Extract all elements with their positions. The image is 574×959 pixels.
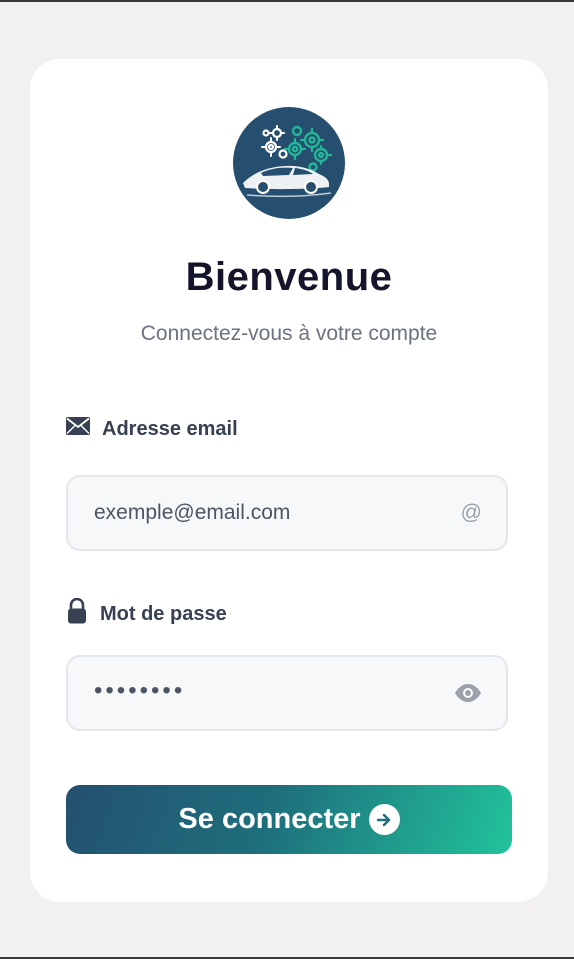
login-button-label: Se connecter (178, 803, 361, 835)
email-label: Adresse email (66, 417, 238, 441)
eye-icon[interactable] (454, 657, 482, 729)
arrow-right-circle-icon (368, 804, 400, 835)
envelope-icon (66, 417, 90, 441)
email-label-text: Adresse email (102, 417, 238, 440)
email-placeholder[interactable]: exemple@email.com (94, 477, 290, 549)
at-symbol-icon: @ (460, 501, 482, 524)
page-title: Bienvenue (185, 255, 393, 299)
password-field[interactable]: •••••••• (66, 655, 508, 731)
top-border (0, 0, 574, 2)
login-card: Bienvenue Connectez-vous à votre compte … (30, 59, 548, 902)
gears-car-logo-icon (243, 125, 333, 198)
page-subtitle: Connectez-vous à votre compte (140, 322, 438, 345)
login-button[interactable]: Se connecter (66, 785, 512, 854)
password-label-text: Mot de passe (100, 602, 227, 625)
app-logo (233, 107, 345, 219)
password-label: Mot de passe (66, 597, 227, 630)
lock-icon (66, 597, 88, 630)
password-masked-value[interactable]: •••••••• (94, 655, 185, 727)
email-field[interactable]: exemple@email.com @ (66, 475, 508, 551)
